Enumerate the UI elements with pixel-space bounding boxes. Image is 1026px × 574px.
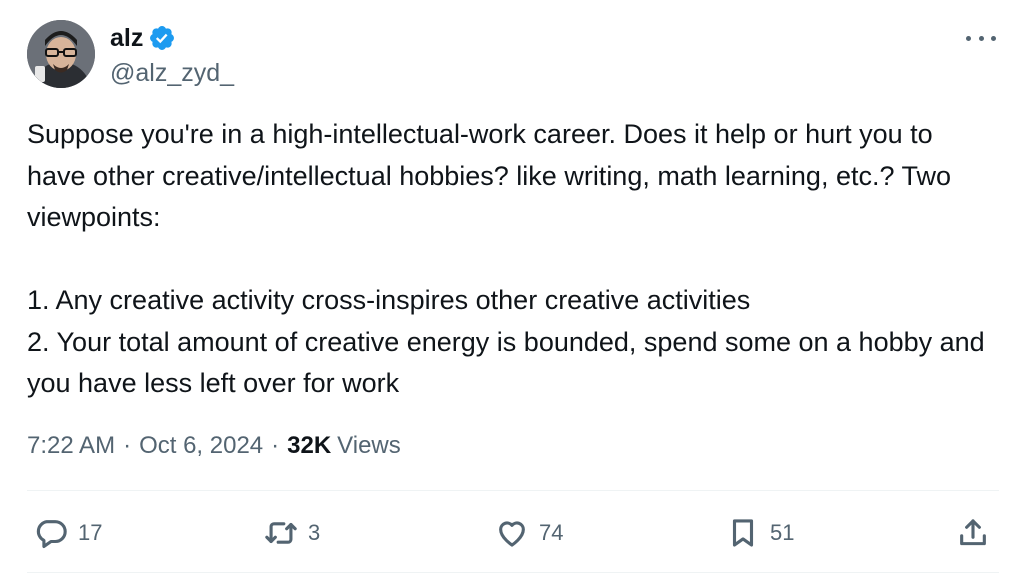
reply-icon (36, 520, 67, 549)
divider (27, 572, 999, 573)
share-button[interactable] (956, 512, 990, 554)
views-count[interactable]: 32K (287, 428, 331, 464)
meta-separator: · (271, 432, 280, 459)
author-display-name[interactable]: alz (110, 22, 143, 54)
author-name-row[interactable]: alz (110, 22, 176, 54)
views-label[interactable]: Views (337, 428, 401, 464)
reply-count: 17 (78, 520, 103, 545)
tweet-paragraph-spacer (27, 239, 987, 281)
tweet-paragraph: 1. Any creative activity cross-inspires … (27, 285, 985, 398)
share-icon (960, 519, 986, 546)
more-options-icon[interactable] (966, 26, 996, 50)
tweet-paragraph: Suppose you're in a high-intellectual-wo… (27, 119, 959, 232)
divider (27, 490, 999, 491)
like-button[interactable]: 74 (495, 512, 563, 554)
meta-separator: · (123, 432, 132, 459)
tweet-time[interactable]: 7:22 AM (27, 428, 115, 464)
avatar-image (27, 20, 95, 88)
retweet-button[interactable]: 3 (264, 512, 320, 554)
retweet-icon (265, 522, 297, 544)
verified-badge-icon (148, 24, 176, 52)
bookmark-icon (732, 519, 754, 547)
tweet-text: Suppose you're in a high-intellectual-wo… (27, 114, 987, 405)
retweet-count: 3 (308, 520, 321, 545)
bookmark-button[interactable]: 51 (726, 512, 794, 554)
tweet-meta: 7:22 AM · Oct 6, 2024 · 32K Views (27, 428, 401, 464)
author-handle[interactable]: @alz_zyd_ (110, 58, 234, 88)
like-count: 74 (539, 520, 564, 545)
heart-icon (499, 521, 525, 547)
reply-button[interactable]: 17 (34, 512, 102, 554)
avatar[interactable] (27, 20, 95, 88)
bookmark-count: 51 (770, 520, 795, 545)
tweet-date[interactable]: Oct 6, 2024 (139, 428, 263, 464)
